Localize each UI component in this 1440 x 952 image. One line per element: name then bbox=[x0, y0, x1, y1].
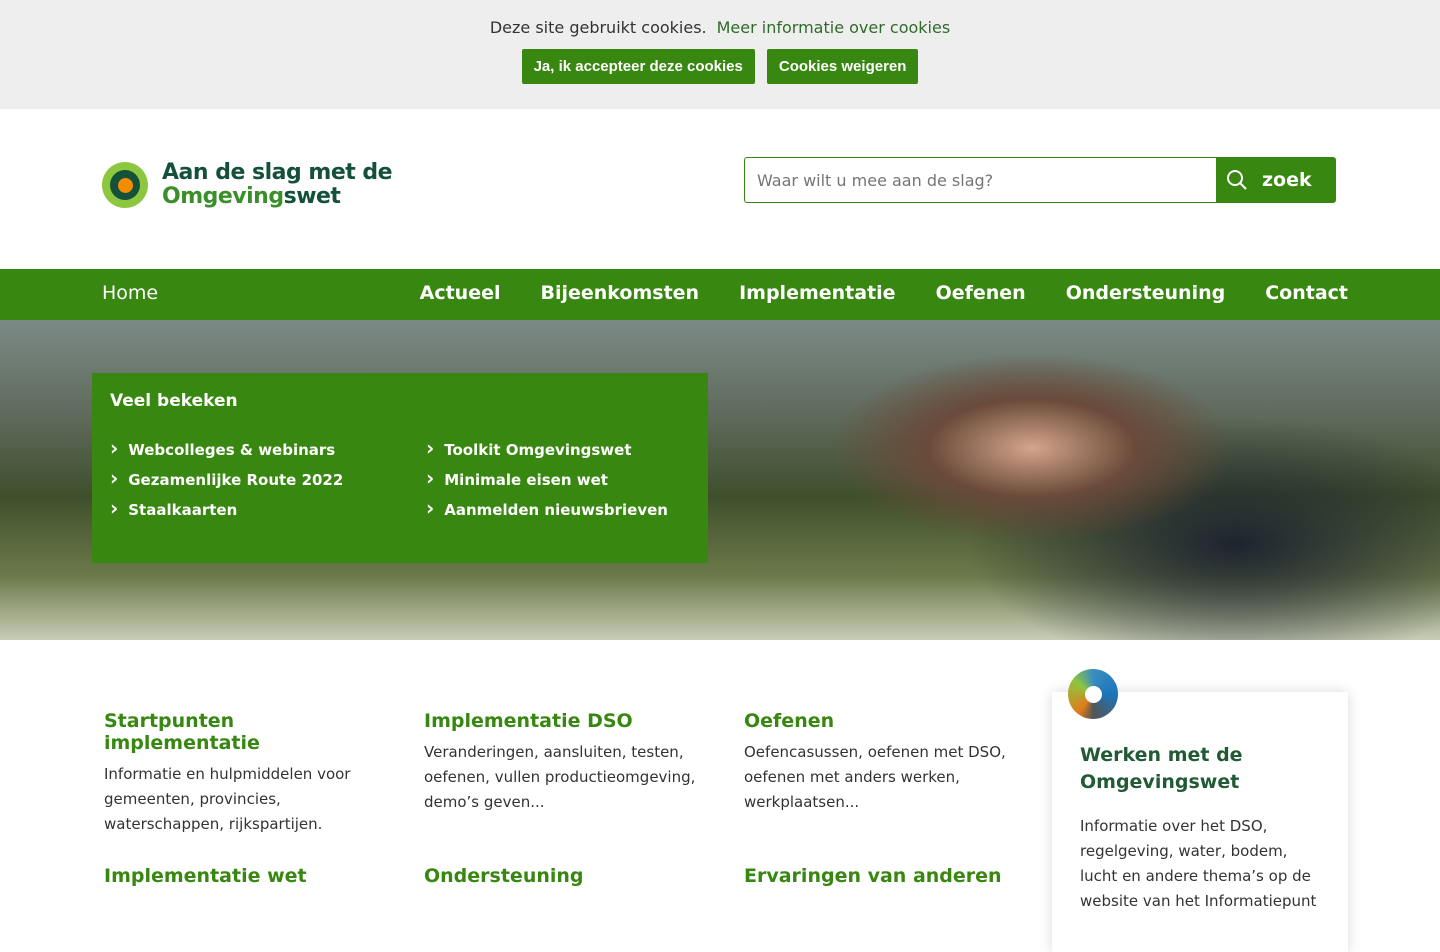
main-nav: Home Actueel Bijeenkomsten Implementatie… bbox=[0, 269, 1440, 320]
tile[interactable]: Startpunten implementatie Informatie en h… bbox=[104, 710, 384, 837]
nav-bijeenkomsten[interactable]: Bijeenkomsten bbox=[541, 282, 700, 304]
popular-link[interactable]: Staalkaarten bbox=[110, 501, 426, 519]
logo-line-1: Aan de slag met de bbox=[162, 160, 393, 185]
popular-link[interactable]: Toolkit Omgevingswet bbox=[426, 441, 726, 459]
tile-title[interactable]: Startpunten implementatie bbox=[104, 710, 384, 754]
card-title[interactable]: Werken met de Omgevingswet bbox=[1080, 742, 1320, 796]
search-form: zoek bbox=[744, 157, 1336, 203]
nav-oefenen[interactable]: Oefenen bbox=[936, 282, 1026, 304]
card-text: Informatie over het DSO, regelgeving, wa… bbox=[1080, 817, 1317, 910]
popular-title: Veel bekeken bbox=[110, 391, 238, 411]
tile-title[interactable]: Ondersteuning bbox=[424, 865, 704, 887]
nav-home[interactable]: Home bbox=[102, 282, 158, 304]
cookie-text: Deze site gebruikt cookies. bbox=[489, 18, 707, 37]
tile-title[interactable]: Implementatie wet bbox=[104, 865, 384, 887]
tile-title[interactable]: Ervaringen van anderen bbox=[744, 865, 1024, 887]
logo-line-2a: Omgeving bbox=[162, 184, 284, 209]
hero-image: Veel bekeken Webcolleges & webinars Tool… bbox=[0, 320, 1440, 640]
info-card[interactable]: Werken met de Omgevingswet Informatie ove… bbox=[1052, 692, 1348, 952]
tile-title[interactable]: Oefenen bbox=[744, 710, 1024, 732]
search-button[interactable]: zoek bbox=[1216, 157, 1336, 203]
popular-link[interactable]: Webcolleges & webinars bbox=[110, 441, 426, 459]
cookie-banner: Deze site gebruikt cookies. Meer informat… bbox=[0, 0, 1440, 109]
popular-link[interactable]: Aanmelden nieuwsbrieven bbox=[426, 501, 726, 519]
refuse-cookies-button[interactable]: Cookies weigeren bbox=[766, 49, 919, 84]
dso-logo-icon bbox=[1068, 669, 1118, 719]
nav-ondersteuning[interactable]: Ondersteuning bbox=[1066, 282, 1226, 304]
nav-actueel[interactable]: Actueel bbox=[420, 282, 501, 304]
tile[interactable]: Implementatie wet bbox=[104, 865, 384, 895]
accept-cookies-button[interactable]: Ja, ik accepteer deze cookies bbox=[521, 49, 755, 84]
nav-implementatie[interactable]: Implementatie bbox=[739, 282, 895, 304]
search-button-label: zoek bbox=[1262, 169, 1312, 191]
tile[interactable]: Ervaringen van anderen bbox=[744, 865, 1024, 895]
popular-panel: Veel bekeken Webcolleges & webinars Tool… bbox=[92, 373, 708, 563]
tile[interactable]: Ondersteuning bbox=[424, 865, 704, 895]
popular-link[interactable]: Gezamenlijke Route 2022 bbox=[110, 471, 426, 489]
nav-contact[interactable]: Contact bbox=[1265, 282, 1348, 304]
tile-text: Informatie en hulpmiddelen voor gemeente… bbox=[104, 765, 351, 833]
tile-text: Veranderingen, aansluiten, testen, oefen… bbox=[424, 743, 696, 811]
tile[interactable]: Implementatie DSO Veranderingen, aansluit… bbox=[424, 710, 704, 815]
tile-text: Oefencasussen, oefenen met DSO, oefenen … bbox=[744, 743, 1006, 811]
search-icon bbox=[1227, 170, 1247, 190]
logo-icon bbox=[102, 162, 148, 208]
header: Aan de slag met deOmgevingswet zoek bbox=[0, 109, 1440, 269]
logo[interactable]: Aan de slag met de Omgevingswet bbox=[102, 160, 393, 209]
search-input[interactable] bbox=[744, 157, 1216, 203]
tile-title[interactable]: Implementatie DSO bbox=[424, 710, 704, 732]
popular-link[interactable]: Minimale eisen wet bbox=[426, 471, 726, 489]
tile[interactable]: Oefenen Oefencasussen, oefenen met DSO, o… bbox=[744, 710, 1024, 815]
logo-line-2b: swet bbox=[283, 184, 341, 209]
cookie-info-link[interactable]: Meer informatie over cookies bbox=[717, 18, 951, 37]
